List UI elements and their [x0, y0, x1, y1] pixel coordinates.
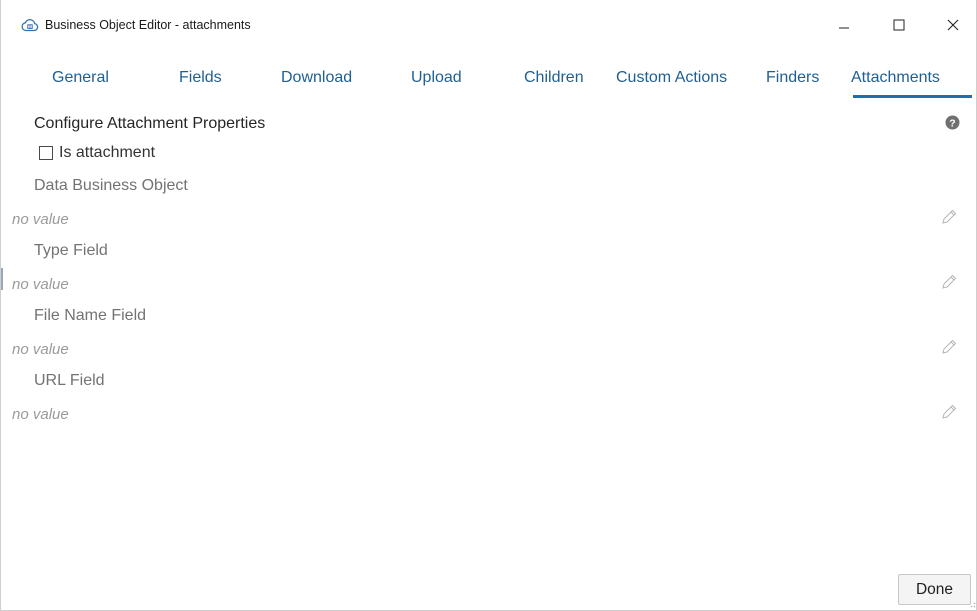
maximize-button[interactable]	[879, 10, 919, 40]
is-attachment-label: Is attachment	[59, 144, 156, 161]
tab-attachments[interactable]: Attachments	[851, 69, 940, 87]
minimize-icon	[839, 27, 849, 29]
tab-bar: General Fields Download Upload Children …	[1, 64, 976, 98]
window-title: Business Object Editor - attachments	[45, 18, 251, 32]
pencil-icon[interactable]	[940, 338, 958, 356]
is-attachment-checkbox[interactable]: Is attachment	[39, 144, 155, 162]
tab-upload[interactable]: Upload	[411, 69, 462, 87]
minimize-button[interactable]	[824, 10, 864, 40]
data-business-object-label: Data Business Object	[34, 177, 188, 194]
pencil-icon[interactable]	[940, 273, 958, 291]
type-field-value: no value	[12, 276, 69, 293]
cloud-icon	[21, 19, 39, 32]
title-bar[interactable]: Business Object Editor - attachments	[1, 0, 976, 50]
close-icon	[947, 19, 959, 31]
checkbox-box[interactable]	[39, 146, 53, 160]
tab-download[interactable]: Download	[281, 69, 352, 87]
help-icon[interactable]: ?	[945, 115, 960, 130]
tab-custom-actions[interactable]: Custom Actions	[616, 69, 727, 87]
done-button[interactable]: Done	[898, 574, 971, 605]
maximize-icon	[893, 19, 905, 31]
svg-text:?: ?	[949, 117, 955, 129]
tab-fields[interactable]: Fields	[179, 69, 222, 87]
url-field-label: URL Field	[34, 372, 105, 389]
file-name-field-label: File Name Field	[34, 307, 147, 324]
business-object-editor-window: Business Object Editor - attachments Gen…	[0, 0, 977, 611]
section-title: Configure Attachment Properties	[34, 115, 266, 132]
pencil-icon[interactable]	[940, 208, 958, 226]
tab-general[interactable]: General	[52, 69, 109, 87]
close-button[interactable]	[933, 10, 973, 40]
active-tab-indicator	[853, 95, 972, 98]
resize-grip-icon[interactable]	[969, 601, 976, 608]
file-name-field-value: no value	[12, 341, 69, 358]
tab-children[interactable]: Children	[524, 69, 584, 87]
data-business-object-value: no value	[12, 211, 69, 228]
pencil-icon[interactable]	[940, 403, 958, 421]
tab-finders[interactable]: Finders	[766, 69, 819, 87]
window-edge-marker	[1, 268, 3, 290]
url-field-value: no value	[12, 406, 69, 423]
type-field-label: Type Field	[34, 242, 108, 259]
